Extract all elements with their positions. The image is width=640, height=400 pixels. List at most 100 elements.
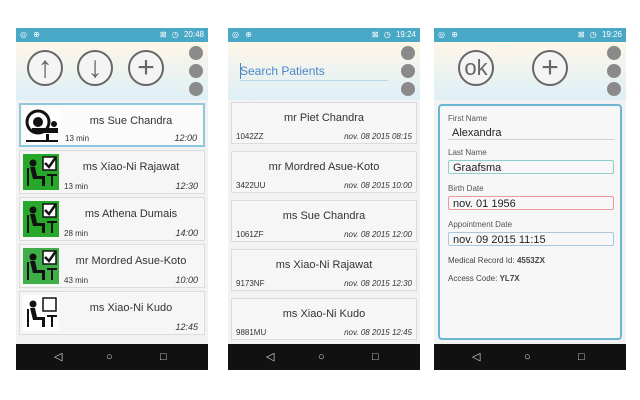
access-code-label: Access Code: [448,274,498,283]
search-input[interactable]: Search Patients [240,62,388,81]
first-name-label: First Name [448,114,488,123]
appointment-row[interactable]: ms Xiao-Ni Kudo 12:45 [19,291,205,335]
appointment-date: nov. 08 2015 10:00 [344,181,412,190]
menu-dot-1[interactable] [401,46,415,60]
access-code-info: Access Code: YL7X [448,274,520,283]
patient-name: mr Piet Chandra [283,112,365,124]
alarm-icon: ◷ [383,30,391,39]
alarm-icon: ◷ [589,30,597,39]
phone-screen-patient-search: ◎ ⊕ ⊠ ◷ 19:24 Search Patients mr Piet Ch… [228,28,420,370]
patient-name: ms Xiao-Ni Kudo [282,308,366,320]
patient-name: ms Xiao-Ni Rajawat [82,161,180,173]
patient-code: 9881MU [236,328,267,337]
patient-code: 9173NF [236,279,265,288]
seated-patient-checked-icon [23,201,59,237]
appointment-row[interactable]: ms Sue Chandra 13 min 12:00 [19,103,205,147]
patient-code: 1061ZF [236,230,264,239]
patient-code: 1042ZZ [236,132,264,141]
menu-dot-2[interactable] [607,64,621,78]
menu-dot-3[interactable] [401,82,415,96]
menu-dot-1[interactable] [189,46,203,60]
toolbar: ↑ ↓ + [16,42,208,100]
menu-dot-2[interactable] [189,64,203,78]
patient-list: mr Piet Chandra 1042ZZ nov. 08 2015 08:1… [228,100,420,344]
recent-apps-icon[interactable]: □ [578,349,585,365]
appointment-time: 12:30 [175,181,198,191]
phone-screen-patient-form: ◎ ⊕ ⊠ ◷ 19:26 ok + First Name Alexandra … [434,28,626,370]
appointment-row[interactable]: mr Mordred Asue-Koto 43 min 10:00 [19,244,205,288]
patient-row[interactable]: ms Sue Chandra 1061ZF nov. 08 2015 12:00 [231,200,417,242]
menu-dot-3[interactable] [607,82,621,96]
recent-apps-icon[interactable]: □ [372,349,379,365]
status-bar: ◎ ⊕ ⊠ ◷ 19:24 [228,28,420,42]
clock-time: 19:24 [395,30,416,39]
menu-dot-3[interactable] [189,82,203,96]
last-name-field[interactable]: Graafsma [448,160,614,174]
no-signal-icon: ⊠ [371,30,379,39]
patient-name: ms Sue Chandra [89,115,173,127]
no-signal-icon: ⊠ [159,30,167,39]
notification-icons: ◎ ⊕ [438,30,460,39]
appointment-time: 12:00 [174,133,197,143]
back-icon[interactable]: ◁ [54,349,62,365]
add-button[interactable]: + [532,50,568,86]
back-icon[interactable]: ◁ [266,349,274,365]
text-cursor [240,63,241,79]
add-appointment-button[interactable]: + [128,50,164,86]
appointment-row[interactable]: ms Athena Dumais 28 min 14:00 [19,197,205,241]
navigation-bar: ◁ ○ □ [16,344,208,370]
birth-date-field[interactable]: nov. 01 1956 [448,196,614,210]
patient-name: mr Mordred Asue-Koto [268,161,380,173]
ok-button[interactable]: ok [458,50,494,86]
appointment-time: 14:00 [175,228,198,238]
patient-name: ms Xiao-Ni Kudo [89,302,173,314]
appointment-date-field[interactable]: nov. 09 2015 11:15 [448,232,614,246]
seated-patient-checked-icon [23,248,59,284]
home-icon[interactable]: ○ [106,349,113,365]
patient-row[interactable]: mr Mordred Asue-Koto 3422UU nov. 08 2015… [231,151,417,193]
patient-name: ms Athena Dumais [84,208,178,220]
duration: 43 min [64,276,89,285]
appointment-row[interactable]: ms Xiao-Ni Rajawat 13 min 12:30 [19,150,205,194]
birth-date-label: Birth Date [448,184,484,193]
appointment-list: ms Sue Chandra 13 min 12:00 ms Xiao-Ni R… [16,100,208,344]
duration: 13 min [64,182,89,191]
clock-time: 20:48 [183,30,204,39]
phone-screen-appointments: ◎ ⊕ ⊠ ◷ 20:48 ↑ ↓ + ms Sue Chandra 13 mi… [16,28,208,370]
access-code-value: YL7X [499,274,520,283]
no-signal-icon: ⊠ [577,30,585,39]
recent-apps-icon[interactable]: □ [160,349,167,365]
seated-patient-waiting-icon [23,295,59,331]
back-icon[interactable]: ◁ [472,349,480,365]
menu-dot-2[interactable] [401,64,415,78]
first-name-field[interactable]: Alexandra [448,126,614,140]
patient-row[interactable]: ms Xiao-Ni Kudo 9881MU nov. 08 2015 12:4… [231,298,417,340]
move-up-button[interactable]: ↑ [27,50,63,86]
navigation-bar: ◁ ○ □ [228,344,420,370]
medical-record-id: 4553ZX [516,256,545,265]
notification-icons: ◎ ⊕ [232,30,254,39]
duration: 13 min [65,134,90,143]
move-down-button[interactable]: ↓ [77,50,113,86]
last-name-label: Last Name [448,148,487,157]
toolbar: ok + [434,42,626,100]
patient-name: ms Sue Chandra [282,210,366,222]
appointment-time: 12:45 [175,322,198,332]
home-icon[interactable]: ○ [524,349,531,365]
status-bar: ◎ ⊕ ⊠ ◷ 20:48 [16,28,208,42]
menu-dot-1[interactable] [607,46,621,60]
patient-row[interactable]: ms Xiao-Ni Rajawat 9173NF nov. 08 2015 1… [231,249,417,291]
patient-row[interactable]: mr Piet Chandra 1042ZZ nov. 08 2015 08:1… [231,102,417,144]
patient-code: 3422UU [236,181,266,190]
medical-record-label: Medical Record Id: [448,256,515,265]
notification-icons: ◎ ⊕ [20,30,42,39]
toolbar: Search Patients [228,42,420,100]
status-bar: ◎ ⊕ ⊠ ◷ 19:26 [434,28,626,42]
home-icon[interactable]: ○ [318,349,325,365]
scanner-icon [24,108,60,144]
medical-record-info: Medical Record Id: 4553ZX [448,256,545,265]
alarm-icon: ◷ [171,30,179,39]
appointment-date: nov. 08 2015 12:00 [344,230,412,239]
navigation-bar: ◁ ○ □ [434,344,626,370]
appointment-date: nov. 08 2015 12:30 [344,279,412,288]
